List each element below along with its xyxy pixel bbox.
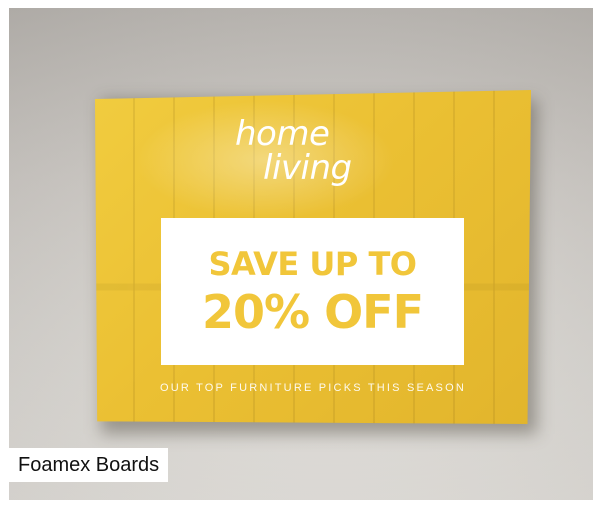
foamex-board: home living SAVE UP TO 20% OFF OUR TOP F… bbox=[95, 90, 531, 424]
promo-tagline: OUR TOP FURNITURE PICKS THIS SEASON bbox=[159, 382, 466, 394]
product-caption: Foamex Boards bbox=[9, 448, 169, 482]
home-living-logo: home living bbox=[235, 117, 352, 185]
logo-line-1: home bbox=[235, 114, 330, 154]
promo-panel: SAVE UP TO 20% OFF bbox=[161, 218, 464, 365]
promo-discount: 20% OFF bbox=[201, 284, 424, 339]
logo-line-2: living bbox=[263, 148, 352, 188]
product-photo: home living SAVE UP TO 20% OFF OUR TOP F… bbox=[9, 8, 593, 500]
promo-headline: SAVE UP TO bbox=[208, 244, 417, 283]
